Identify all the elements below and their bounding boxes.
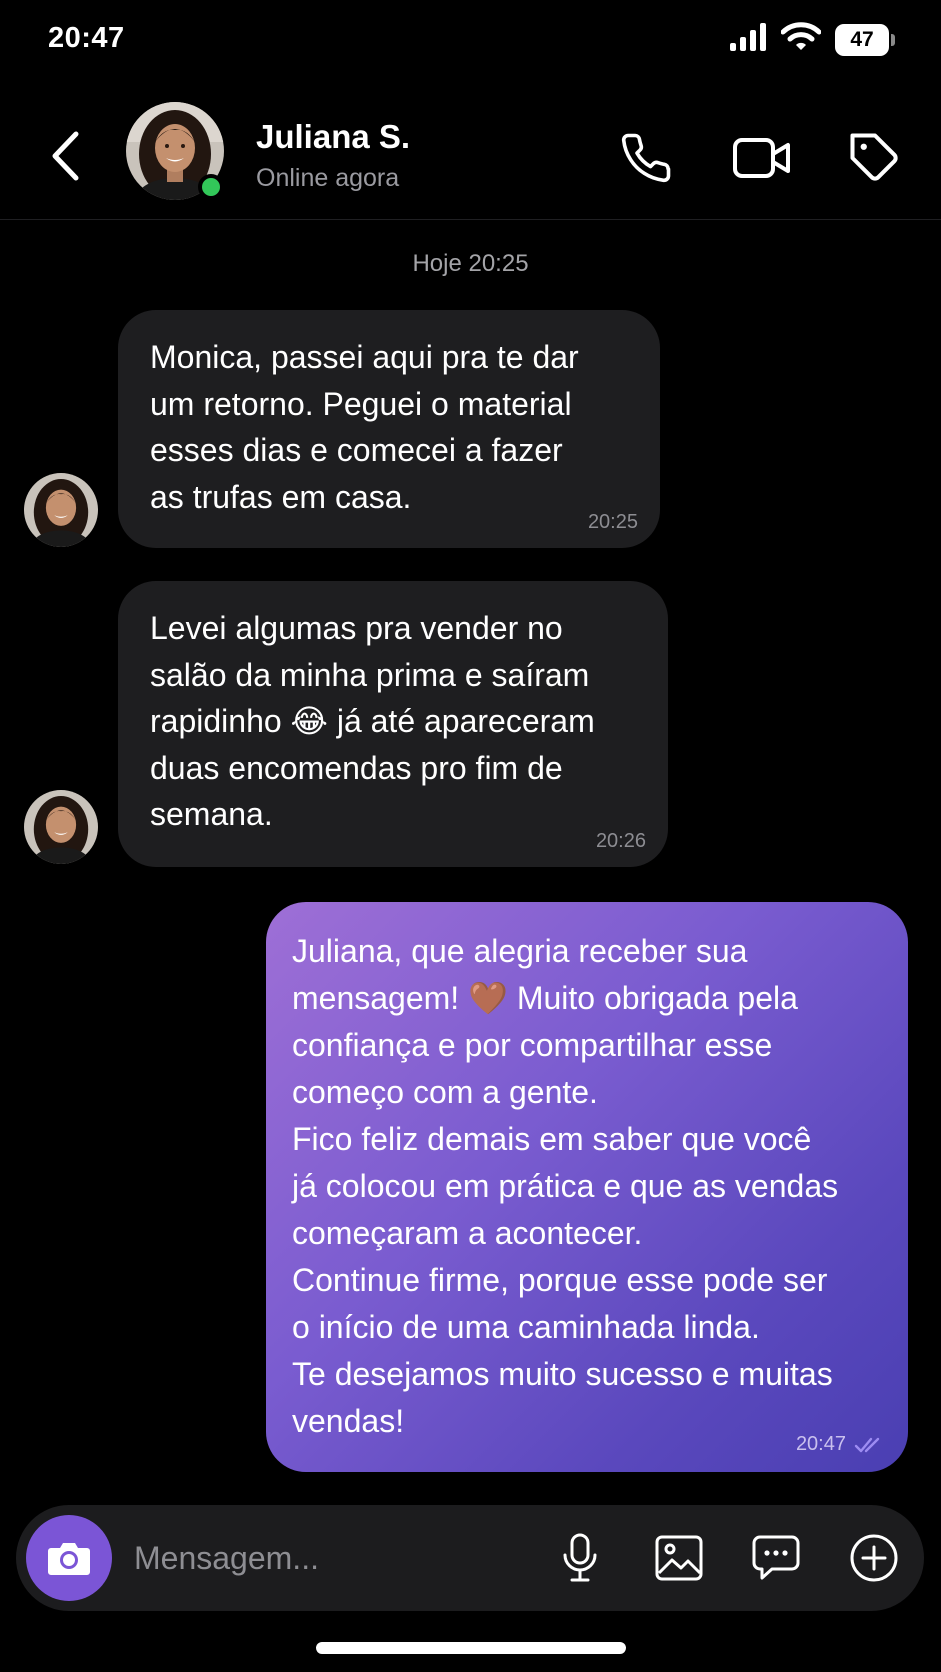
add-attachment-button[interactable] (846, 1530, 902, 1586)
contact-status: Online agora (256, 164, 400, 192)
message-text: Juliana, que alegria receber sua mensage… (292, 933, 839, 1439)
contact-avatar[interactable] (126, 102, 224, 200)
date-separator: Hoje 20:25 (412, 250, 529, 277)
quick-reply-button[interactable] (748, 1530, 804, 1586)
back-button[interactable] (40, 126, 90, 186)
battery-cap (891, 33, 895, 46)
message-avatar[interactable] (24, 473, 98, 547)
status-time: 20:47 (48, 22, 125, 54)
video-call-button[interactable] (730, 126, 794, 190)
chat-header: Juliana S. Online agora (0, 90, 941, 220)
message-time: 20:25 (587, 511, 638, 533)
home-indicator[interactable] (316, 1642, 626, 1654)
camera-icon (48, 1543, 90, 1575)
plus-circle-icon (850, 1534, 898, 1582)
message-composer (16, 1505, 924, 1611)
wifi-icon (780, 22, 822, 57)
tag-button[interactable] (843, 126, 907, 190)
cellular-signal-icon (729, 23, 767, 56)
online-status-dot (198, 174, 224, 200)
tag-icon (850, 133, 898, 181)
microphone-button[interactable] (552, 1530, 608, 1586)
message-meta: 20:47 (796, 1433, 884, 1456)
message-avatar[interactable] (24, 790, 98, 864)
image-icon (655, 1535, 703, 1581)
message-text: Levei algumas pra vender no salão da min… (150, 610, 595, 832)
back-chevron-icon (52, 131, 79, 181)
video-camera-icon (733, 138, 790, 178)
battery-level: 47 (835, 23, 889, 56)
gallery-button[interactable] (651, 1530, 707, 1586)
incoming-message-bubble[interactable]: Monica, passei aqui pra te dar um retorn… (118, 310, 660, 548)
phone-icon (621, 133, 671, 183)
message-time: 20:47 (795, 1433, 846, 1455)
contact-name[interactable]: Juliana S. (256, 118, 410, 156)
outgoing-message-bubble[interactable]: Juliana, que alegria receber sua mensage… (266, 902, 908, 1472)
battery-icon: 47 (835, 23, 895, 56)
message-text: Monica, passei aqui pra te dar um retorn… (150, 339, 579, 515)
chat-screen: 20:47 47 Juliana S. Online agora Hoje 20… (0, 0, 941, 1672)
incoming-message-bubble[interactable]: Levei algumas pra vender no salão da min… (118, 581, 668, 867)
status-icons: 47 (729, 22, 895, 57)
double-check-icon (854, 1437, 880, 1452)
microphone-icon (563, 1533, 597, 1582)
chat-bubble-icon (752, 1535, 800, 1580)
status-bar: 20:47 47 (0, 0, 941, 84)
voice-call-button[interactable] (614, 126, 678, 190)
message-time: 20:26 (595, 830, 646, 852)
camera-button[interactable] (26, 1515, 112, 1601)
message-input[interactable] (134, 1535, 514, 1581)
